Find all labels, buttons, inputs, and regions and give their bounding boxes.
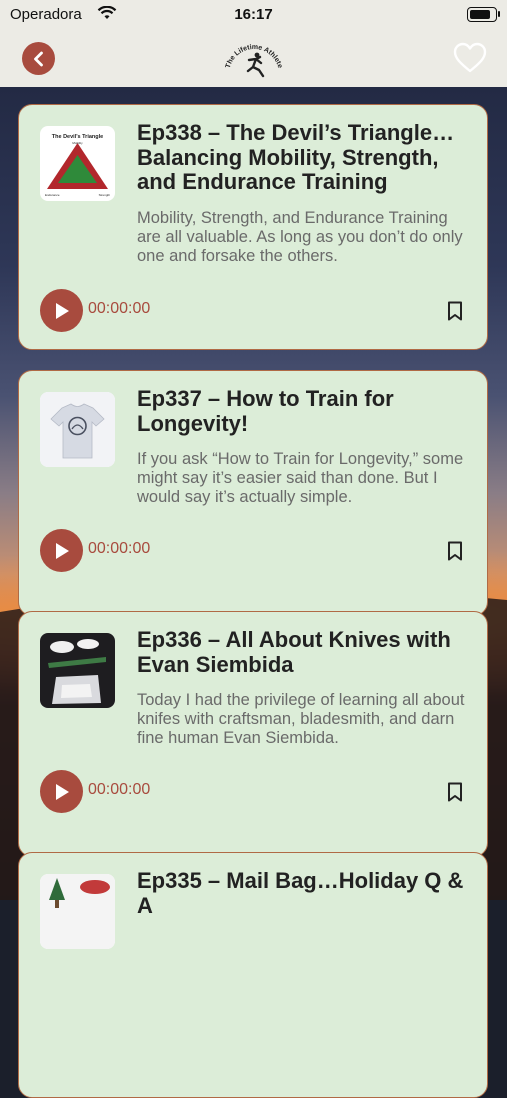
episode-thumbnail xyxy=(40,392,115,467)
chevron-left-icon xyxy=(33,51,43,66)
episode-thumbnail xyxy=(40,633,115,708)
navbar: The Lifetime Athlete xyxy=(0,30,507,87)
bookmark-icon xyxy=(448,782,462,802)
bookmark-button[interactable] xyxy=(447,541,463,561)
svg-text:The Devil's Triangle: The Devil's Triangle xyxy=(52,134,103,140)
play-icon xyxy=(55,302,69,319)
episode-title: Ep335 – Mail Bag…Holiday Q & A xyxy=(137,869,464,918)
play-button[interactable] xyxy=(40,289,83,332)
play-button[interactable] xyxy=(40,770,83,813)
heart-icon xyxy=(453,42,487,73)
episode-description: If you ask “How to Train for Longevity,”… xyxy=(137,450,464,506)
play-icon xyxy=(55,783,69,800)
back-button[interactable] xyxy=(22,42,55,75)
episode-duration: 00:00:00 xyxy=(88,540,151,557)
app-logo: The Lifetime Athlete xyxy=(221,40,287,80)
bookmark-button[interactable] xyxy=(447,301,463,321)
status-bar: Operadora 16:17 xyxy=(0,0,507,30)
battery-icon xyxy=(467,7,500,22)
episode-card[interactable]: The Devil's Triangle Mobility Endurance … xyxy=(18,104,488,350)
episode-thumbnail xyxy=(40,874,115,949)
episode-duration: 00:00:00 xyxy=(88,300,151,317)
episode-card[interactable]: Ep335 – Mail Bag…Holiday Q & A xyxy=(18,852,488,1098)
episode-title: Ep338 – The Devil’s Triangle…Balancing M… xyxy=(137,121,455,194)
episode-thumbnail: The Devil's Triangle Mobility Endurance … xyxy=(40,126,115,201)
favorite-button[interactable] xyxy=(453,42,487,74)
svg-text:Endurance: Endurance xyxy=(45,193,60,197)
clock: 16:17 xyxy=(234,6,273,23)
bookmark-icon xyxy=(448,541,462,561)
svg-text:Strength: Strength xyxy=(99,193,111,197)
bookmark-icon xyxy=(448,301,462,321)
episode-title: Ep337 – How to Train for Longevity! xyxy=(137,387,394,436)
episode-description: Today I had the privilege of learning al… xyxy=(137,691,465,747)
play-icon xyxy=(55,542,69,559)
bookmark-button[interactable] xyxy=(447,782,463,802)
episode-description: Mobility, Strength, and Endurance Traini… xyxy=(137,209,463,265)
episode-title: Ep336 – All About Knives with Evan Siemb… xyxy=(137,628,451,677)
play-button[interactable] xyxy=(40,529,83,572)
episode-duration: 00:00:00 xyxy=(88,781,151,798)
svg-text:Mobility: Mobility xyxy=(72,141,83,145)
episode-card[interactable]: Ep336 – All About Knives with Evan Siemb… xyxy=(18,611,488,857)
episode-card[interactable]: Ep337 – How to Train for Longevity! If y… xyxy=(18,370,488,616)
